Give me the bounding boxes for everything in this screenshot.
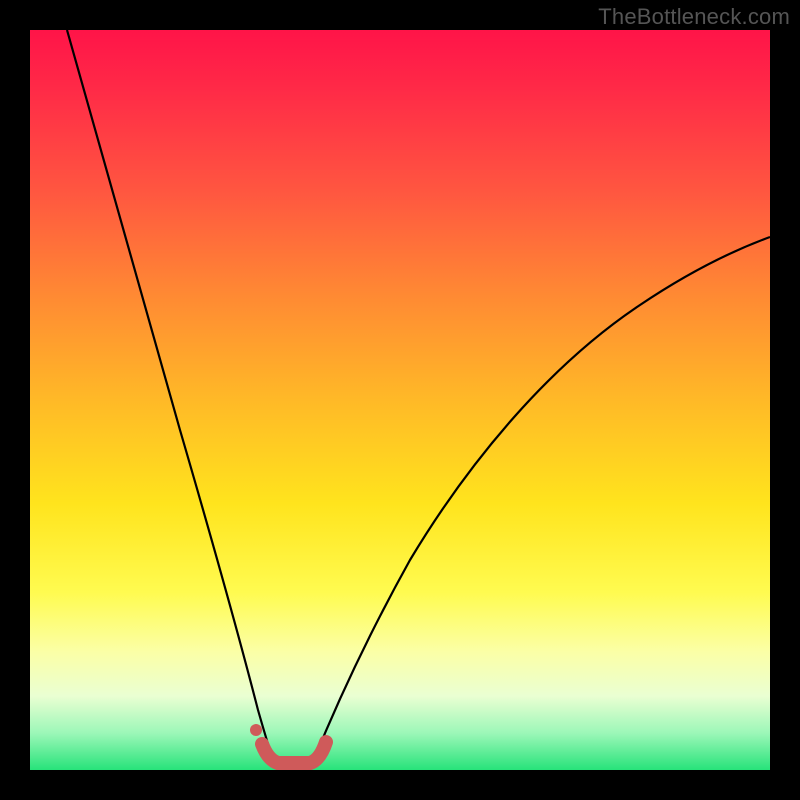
left-curve: [67, 30, 274, 762]
curve-layer: [30, 30, 770, 770]
plot-area: [30, 30, 770, 770]
trough-start-dot: [250, 724, 262, 736]
chart-frame: TheBottleneck.com: [0, 0, 800, 800]
right-curve: [313, 237, 770, 762]
watermark-text: TheBottleneck.com: [598, 4, 790, 30]
trough-marker-right: [310, 742, 326, 763]
